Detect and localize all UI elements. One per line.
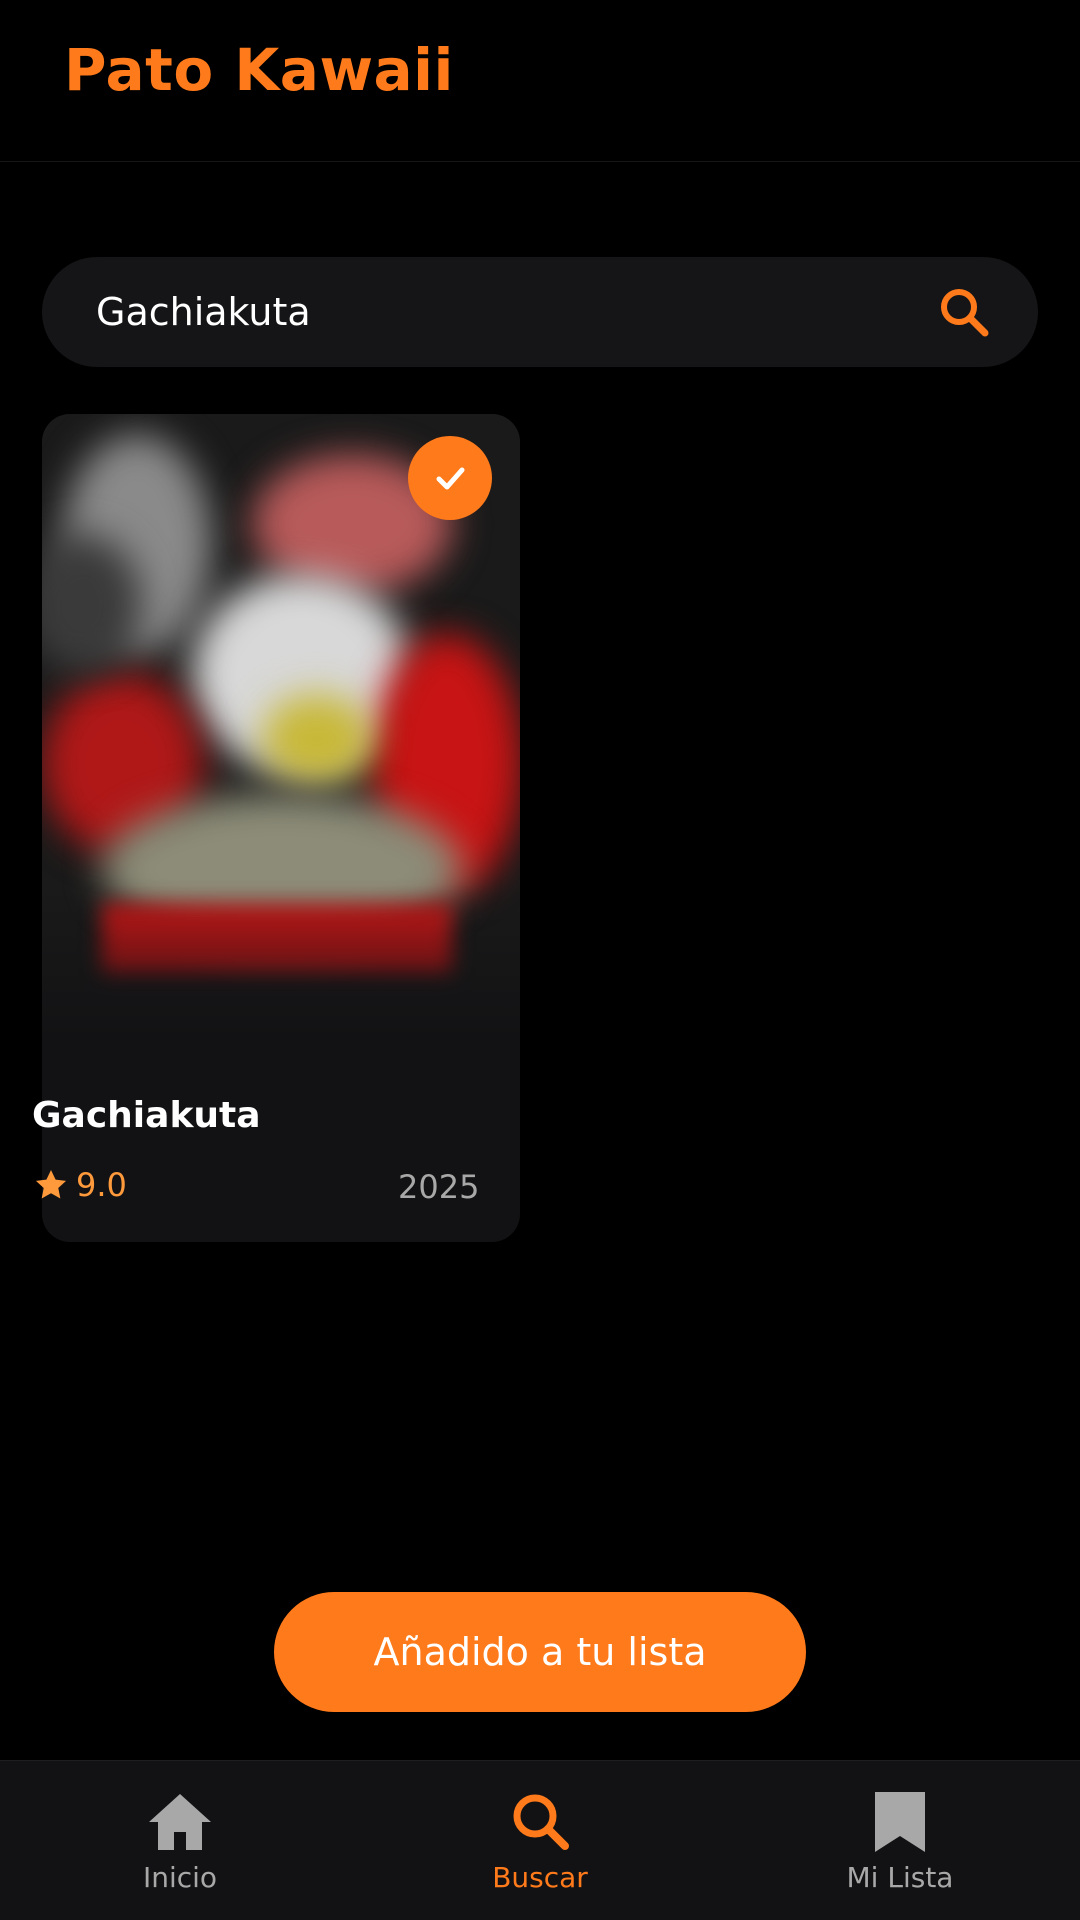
nav-item-inicio[interactable]: Inicio [70, 1761, 290, 1920]
nav-label-buscar: Buscar [492, 1861, 588, 1894]
nav-label-mi-lista: Mi Lista [846, 1861, 954, 1894]
search-icon [513, 1794, 569, 1850]
anime-rating: 9.0 [32, 1166, 127, 1204]
app-header: Pato Kawaii [0, 0, 1080, 162]
anime-year: 2025 [398, 1168, 480, 1206]
bookmark-icon [875, 1792, 925, 1852]
search-input[interactable] [96, 257, 896, 367]
home-icon [149, 1794, 211, 1850]
nav-item-mi-lista[interactable]: Mi Lista [790, 1761, 1010, 1920]
app-title: Pato Kawaii [64, 36, 454, 104]
search-bar [42, 257, 1038, 367]
anime-title: Gachiakuta [32, 1095, 261, 1136]
search-button[interactable] [936, 284, 992, 340]
in-list-badge[interactable] [408, 436, 492, 520]
added-to-list-toast: Añadido a tu lista [274, 1592, 806, 1712]
nav-item-buscar[interactable]: Buscar [430, 1761, 650, 1920]
search-icon [941, 289, 989, 337]
rating-value: 9.0 [76, 1166, 127, 1204]
search-screen: Pato Kawaii Gachiakuta Gachiakuta 9.0 20… [0, 0, 1080, 1920]
star-icon [35, 1169, 67, 1199]
nav-label-inicio: Inicio [142, 1861, 218, 1894]
check-icon [436, 467, 465, 490]
bottom-navigation: Inicio Buscar Mi Lista [0, 1760, 1080, 1920]
